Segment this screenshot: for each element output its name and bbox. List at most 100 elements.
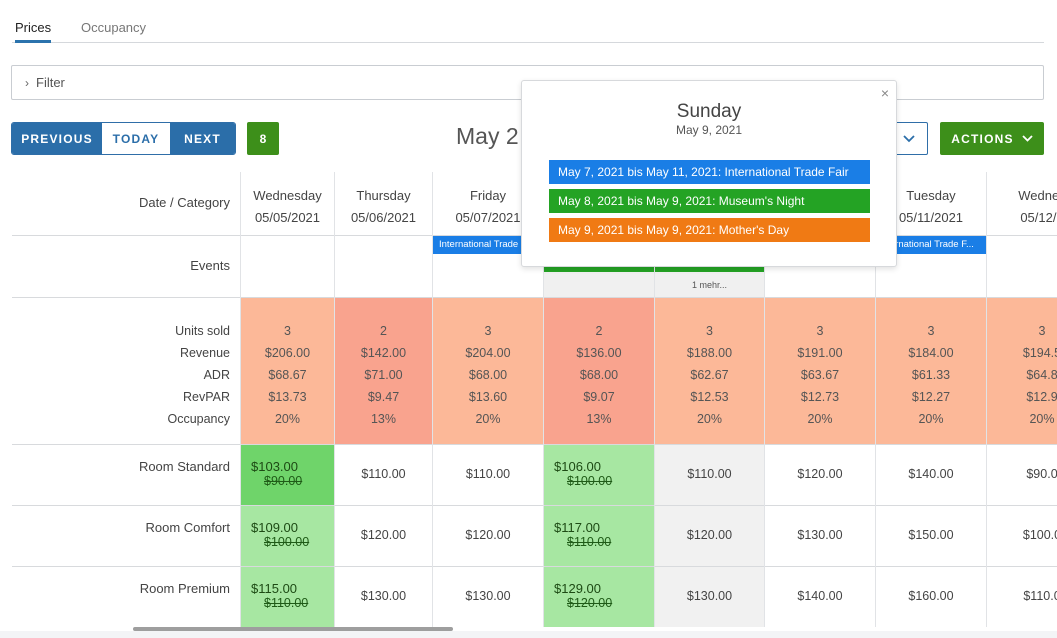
stat-value: 20% xyxy=(918,412,944,426)
row-labels: Date / Category Events Units sold Revenu… xyxy=(12,172,240,627)
room-price-cell[interactable]: $110.00 xyxy=(335,444,432,505)
events-label: Events xyxy=(12,235,240,297)
day-header[interactable]: Wednesday 05/05/2021 xyxy=(241,172,334,235)
room-price-cell[interactable]: $120.00 xyxy=(433,505,543,566)
tab-occupancy[interactable]: Occupancy xyxy=(81,20,146,35)
events-cell xyxy=(987,235,1057,297)
room-price-cell[interactable]: $103.00 $90.00 xyxy=(241,444,334,505)
stat-value: 3 xyxy=(484,324,492,338)
today-button[interactable]: TODAY xyxy=(102,123,170,154)
price-value: $140.00 xyxy=(908,467,954,481)
stats-cell: 3 $206.00 $68.67 $13.73 20% xyxy=(241,297,334,444)
popup-event[interactable]: May 7, 2021 bis May 11, 2021: Internatio… xyxy=(549,160,870,184)
stat-value: 2 xyxy=(595,324,603,338)
stat-value: 2 xyxy=(380,324,387,338)
price-value: $90.0 xyxy=(1026,467,1057,481)
price-value: $140.00 xyxy=(797,589,843,603)
room-price-cell[interactable]: $130.00 xyxy=(335,566,432,627)
stat-value: $68.00 xyxy=(468,368,508,382)
month-title: May 2 xyxy=(456,123,519,149)
room-price-cell[interactable]: $110.00 xyxy=(655,444,764,505)
stat-value: 20% xyxy=(475,412,501,426)
day-column: Thursday 05/06/2021 2 $142.00 $71.00 $9.47 13%… xyxy=(334,172,432,627)
chevron-down-icon xyxy=(903,134,915,142)
revpar-label: RevPAR xyxy=(182,390,230,404)
navigation-button-group: PREVIOUS TODAY NEXT xyxy=(11,122,236,155)
room-price-cell[interactable]: $140.00 xyxy=(765,566,875,627)
price-value: $120.00 xyxy=(465,528,511,542)
stat-value: 20% xyxy=(274,412,301,426)
room-price-cell[interactable]: $110.0 xyxy=(987,566,1057,627)
close-icon[interactable]: × xyxy=(881,85,889,101)
room-price-cell[interactable]: $130.00 xyxy=(433,566,543,627)
price-value: $130.00 xyxy=(360,589,407,603)
price-value: $110.00 xyxy=(687,467,732,481)
price-value: $130.00 xyxy=(465,589,511,603)
date-category-label: Date / Category xyxy=(138,195,230,210)
count-badge[interactable]: 8 xyxy=(247,122,279,155)
room-price-cell[interactable]: $100.0 xyxy=(987,505,1057,566)
day-header[interactable]: Thursday 05/06/2021 xyxy=(335,172,432,235)
room-price-cell[interactable]: $117.00 $110.00 xyxy=(544,505,654,566)
room-price-cell[interactable]: $140.00 xyxy=(876,444,986,505)
room-comfort-label: Room Comfort xyxy=(12,505,240,566)
occupancy-label: Occupancy xyxy=(167,412,230,426)
stat-value: $204.00 xyxy=(465,346,511,360)
room-price-cell[interactable]: $90.0 xyxy=(987,444,1057,505)
price-value: $115.00 xyxy=(251,581,298,596)
previous-button[interactable]: PREVIOUS xyxy=(12,123,102,154)
stat-value: 13% xyxy=(586,412,612,426)
day-events-popup: × Sunday May 9, 2021 May 7, 2021 bis May… xyxy=(521,80,897,267)
tab-prices[interactable]: Prices xyxy=(15,20,52,43)
stats-cell: 3 $184.00 $61.33 $12.27 20% xyxy=(876,297,986,444)
price-value: $120.00 xyxy=(360,528,407,542)
popup-event[interactable]: May 9, 2021 bis May 9, 2021: Mother's Da… xyxy=(549,218,870,242)
chevron-down-icon xyxy=(1022,135,1033,142)
stats-cell: 3 $191.00 $63.67 $12.73 20% xyxy=(765,297,875,444)
stats-cell: 2 $136.00 $68.00 $9.07 13% xyxy=(544,297,654,444)
price-value: $100.0 xyxy=(1022,528,1057,542)
popup-event[interactable]: May 8, 2021 bis May 9, 2021: Museum's Ni… xyxy=(549,189,870,213)
old-price-value: $120.00 xyxy=(567,596,613,610)
stat-value: $12.53 xyxy=(690,390,729,404)
stat-value: $68.00 xyxy=(579,368,619,382)
room-premium-label: Room Premium xyxy=(12,566,240,627)
price-value: $109.00 xyxy=(251,520,298,535)
day-header[interactable]: Wednes 05/12/2 xyxy=(987,172,1057,235)
stat-value: $13.60 xyxy=(468,390,508,404)
more-events-link[interactable]: 1 mehr... xyxy=(655,272,764,296)
room-price-cell[interactable]: $129.00 $120.00 xyxy=(544,566,654,627)
price-value: $150.00 xyxy=(908,528,954,542)
room-price-cell[interactable]: $150.00 xyxy=(876,505,986,566)
stat-value: 3 xyxy=(284,324,291,338)
old-price-value: $110.00 xyxy=(264,596,309,610)
next-button[interactable]: NEXT xyxy=(170,123,235,154)
room-price-cell[interactable]: $120.00 xyxy=(655,505,764,566)
stat-value: $9.07 xyxy=(583,390,615,404)
price-value: $129.00 xyxy=(554,581,601,596)
stat-value: $206.00 xyxy=(264,346,311,360)
popup-day: Sunday xyxy=(676,101,742,122)
room-price-cell[interactable]: $120.00 xyxy=(335,505,432,566)
room-price-cell[interactable]: $115.00 $110.00 xyxy=(241,566,334,627)
price-value: $110.0 xyxy=(1023,589,1057,603)
actions-label: ACTIONS xyxy=(951,131,1014,146)
room-price-cell[interactable]: $130.00 xyxy=(655,566,764,627)
room-price-cell[interactable]: $130.00 xyxy=(765,505,875,566)
room-price-cell[interactable]: $160.00 xyxy=(876,566,986,627)
price-value: $120.00 xyxy=(797,467,843,481)
room-price-cell[interactable]: $106.00 $100.00 xyxy=(544,444,654,505)
day-date: 05/06/2021 xyxy=(350,210,417,225)
stat-value: $62.67 xyxy=(690,368,729,382)
events-cell xyxy=(335,235,432,297)
price-value: $120.00 xyxy=(686,528,733,542)
stat-value: 3 xyxy=(706,324,713,338)
room-price-cell[interactable]: $120.00 xyxy=(765,444,875,505)
price-value: $106.00 xyxy=(554,459,601,474)
stat-value: $71.00 xyxy=(364,368,403,382)
stat-value: 3 xyxy=(1038,324,1046,338)
adr-label: ADR xyxy=(203,368,230,382)
actions-button[interactable]: ACTIONS xyxy=(940,122,1044,155)
room-price-cell[interactable]: $110.00 xyxy=(433,444,543,505)
room-price-cell[interactable]: $109.00 $100.00 xyxy=(241,505,334,566)
